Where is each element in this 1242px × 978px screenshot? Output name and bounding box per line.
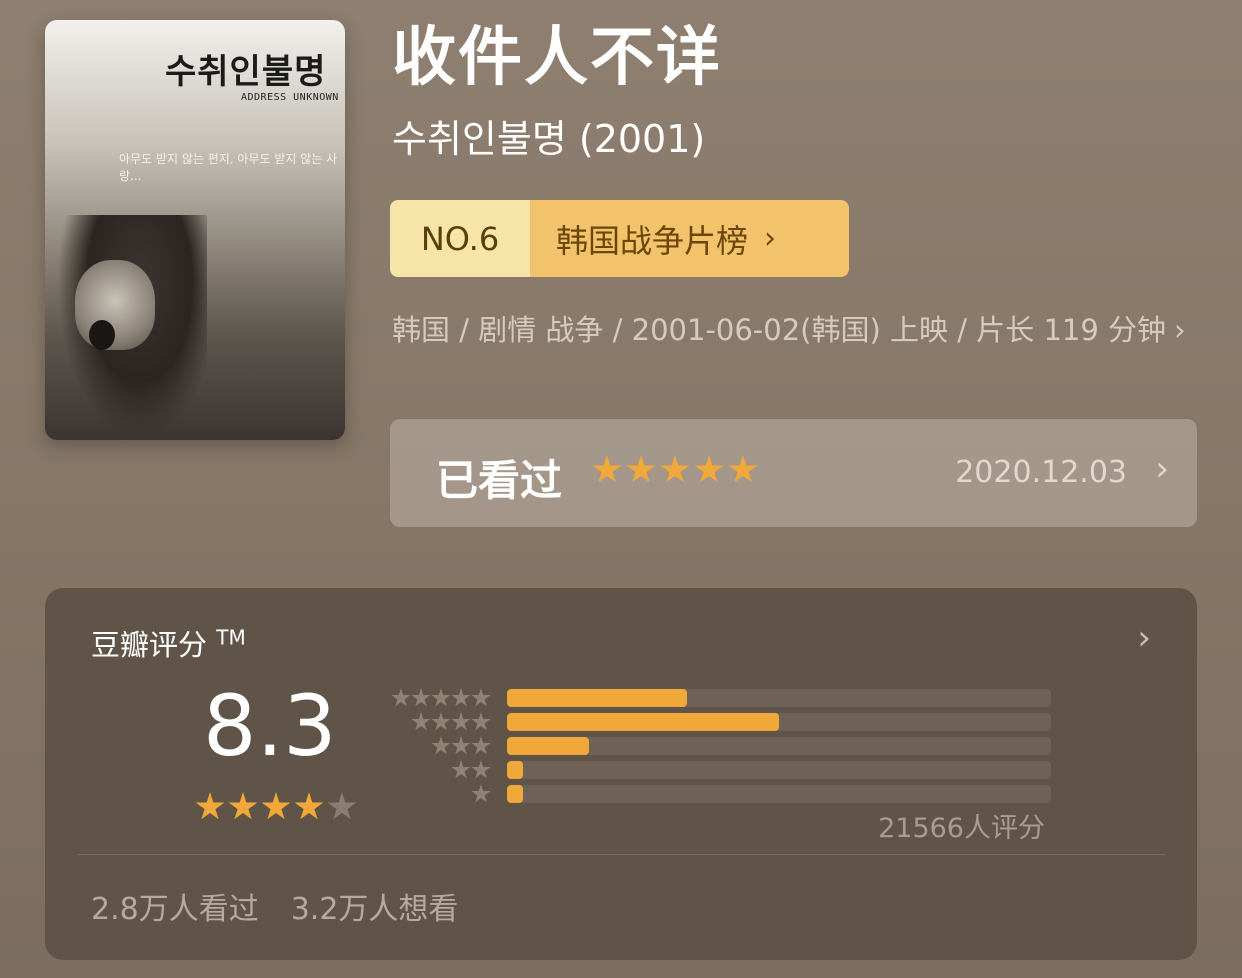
rating-score: 8.3 — [203, 677, 337, 775]
star-icon — [228, 792, 258, 820]
star-icon — [451, 712, 471, 731]
chevron-right-icon[interactable]: › — [1137, 618, 1151, 658]
distribution-bar-track — [507, 689, 1051, 707]
chevron-right-icon: › — [764, 221, 777, 256]
star-icon — [391, 688, 411, 707]
watched-count: 2.8万人看过 — [91, 892, 259, 927]
star-icon — [592, 455, 622, 483]
star-icon — [471, 688, 491, 707]
chevron-right-icon: › — [1155, 449, 1169, 489]
watched-label: 已看过 — [436, 456, 563, 505]
distribution-bar-fill — [507, 713, 779, 731]
chevron-right-icon: › — [1174, 313, 1186, 347]
distribution-stars — [385, 784, 491, 804]
rating-heading-text: 豆瓣评分 — [91, 628, 208, 662]
rating-heading: 豆瓣评分 TM — [91, 622, 246, 664]
rank-list-name: 韩国战争片榜 — [556, 221, 749, 260]
star-icon — [694, 455, 724, 483]
star-icon — [294, 792, 324, 820]
star-icon — [431, 712, 451, 731]
star-icon — [431, 736, 451, 755]
distribution-stars — [385, 688, 491, 708]
distribution-bar-track — [507, 761, 1051, 779]
poster-mouth — [89, 320, 115, 350]
rank-list-link[interactable]: 韩国战争片榜 › — [530, 200, 849, 277]
divider — [77, 854, 1165, 855]
star-icon — [471, 712, 491, 731]
star-icon — [451, 688, 471, 707]
my-star-rating — [592, 455, 758, 485]
poster-tagline: 아무도 받지 않는 편지, 아무도 받지 않는 사랑... — [119, 152, 338, 183]
star-icon — [261, 792, 291, 820]
rating-distribution-row — [385, 758, 1051, 782]
star-icon — [660, 455, 690, 483]
distribution-bar-fill — [507, 737, 589, 755]
trademark-mark: TM — [216, 625, 246, 650]
movie-meta[interactable]: 韩国 / 剧情 战争 / 2001-06-02(韩国) 上映 / 片长 119 … — [392, 311, 1192, 349]
rating-distribution-row — [385, 734, 1051, 758]
star-icon — [626, 455, 656, 483]
movie-title: 收件人不详 — [392, 21, 722, 95]
star-icon — [411, 688, 431, 707]
movie-poster[interactable]: 수취인불명 ADDRESS UNKNOWN 아무도 받지 않는 편지, 아무도 … — [45, 20, 345, 440]
star-icon — [411, 712, 431, 731]
distribution-stars — [385, 760, 491, 780]
distribution-bar-track — [507, 737, 1051, 755]
distribution-bar-fill — [507, 761, 524, 779]
rating-distribution-row — [385, 710, 1051, 734]
star-icon — [451, 760, 471, 779]
star-icon — [471, 736, 491, 755]
rating-distribution — [385, 686, 1051, 806]
watched-date: 2020.12.03 — [955, 455, 1127, 490]
star-icon — [451, 736, 471, 755]
distribution-bar-fill — [507, 785, 524, 803]
movie-meta-text: 韩国 / 剧情 战争 / 2001-06-02(韩国) 上映 / 片长 119 … — [392, 313, 1167, 347]
rating-count: 21566人评分 — [878, 813, 1045, 844]
douban-rating-card: 豆瓣评分 TM › 8.3 21566人评分 2.8万人看过 3.2万人想看 — [45, 588, 1197, 960]
poster-korean-title: 수취인불명 — [165, 52, 327, 92]
distribution-bar-track — [507, 785, 1051, 803]
rating-distribution-row — [385, 782, 1051, 806]
movie-detail-page: 수취인불명 ADDRESS UNKNOWN 아무도 받지 않는 편지, 아무도 … — [0, 0, 1242, 978]
poster-face — [75, 260, 155, 350]
star-icon — [471, 784, 491, 803]
poster-subtitle: ADDRESS UNKNOWN — [241, 92, 339, 103]
audience-stats: 2.8万人看过 3.2万人想看 — [91, 884, 458, 928]
rank-badge[interactable]: NO.6 韩国战争片榜 › — [390, 200, 849, 277]
star-icon — [431, 688, 451, 707]
distribution-stars — [385, 736, 491, 756]
star-icon — [471, 760, 491, 779]
movie-original-title: 수취인불명 (2001) — [392, 117, 706, 161]
want-count: 3.2万人想看 — [290, 892, 459, 927]
distribution-stars — [385, 712, 491, 732]
my-rating-box[interactable]: 已看过 2020.12.03 › — [390, 419, 1197, 527]
star-icon — [728, 455, 758, 483]
star-icon — [195, 792, 225, 820]
star-icon — [327, 792, 357, 820]
rank-number: NO.6 — [390, 200, 530, 277]
distribution-bar-track — [507, 713, 1051, 731]
score-star-rating — [195, 792, 357, 822]
distribution-bar-fill — [507, 689, 687, 707]
rating-distribution-row — [385, 686, 1051, 710]
